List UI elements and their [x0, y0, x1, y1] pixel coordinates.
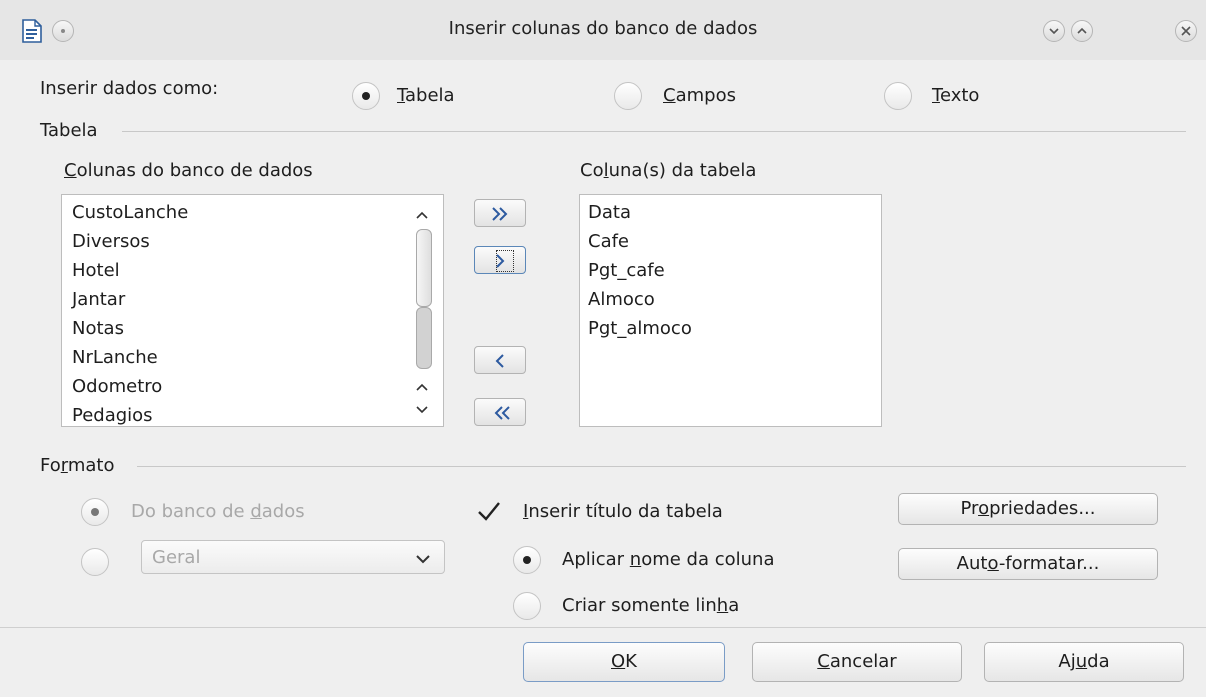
list-item[interactable]: NrLanche: [72, 347, 158, 368]
format-combobox[interactable]: Geral: [141, 540, 445, 574]
radio-apply-column-name[interactable]: [513, 546, 541, 574]
radio-texto[interactable]: [884, 82, 912, 110]
checkmark-icon: [478, 502, 500, 521]
radio-from-db[interactable]: [81, 498, 109, 526]
radio-texto-label[interactable]: Texto: [932, 85, 979, 106]
chevron-left-icon: [495, 354, 504, 368]
title-bar: Inserir colunas do banco de dados: [0, 0, 1206, 60]
autoformat-button[interactable]: Auto-formatar...: [898, 548, 1158, 580]
list-item[interactable]: CustoLanche: [72, 202, 188, 223]
maximize-button[interactable]: [1071, 20, 1093, 42]
properties-button[interactable]: Propriedades...: [898, 493, 1158, 525]
formato-group-label: Formato: [40, 455, 115, 476]
footer-divider: [0, 627, 1206, 628]
insert-title-checkbox[interactable]: [474, 497, 504, 527]
list-item[interactable]: Pgt_almoco: [588, 318, 692, 339]
insert-title-label[interactable]: Inserir título da tabela: [523, 501, 723, 522]
minimize-button[interactable]: [1043, 20, 1065, 42]
chevron-right-icon: [496, 254, 505, 268]
db-columns-list[interactable]: CustoLanche Diversos Hotel Jantar Notas …: [61, 194, 444, 427]
chevron-down-icon: [414, 551, 432, 572]
radio-tabela-label[interactable]: Tabela: [397, 85, 455, 106]
radio-format-combo[interactable]: [81, 548, 109, 576]
close-button[interactable]: [1175, 20, 1197, 42]
scroll-up-small-icon[interactable]: [414, 377, 430, 398]
db-columns-label: Colunas do banco de dados: [64, 160, 313, 181]
list-item[interactable]: Odometro: [72, 376, 162, 397]
move-all-right-button[interactable]: [474, 199, 526, 227]
list-item[interactable]: Jantar: [72, 289, 125, 310]
move-all-left-button[interactable]: [474, 398, 526, 426]
insert-as-label: Inserir dados como:: [40, 78, 219, 99]
list-item[interactable]: Pgt_cafe: [588, 260, 665, 281]
list-item[interactable]: Almoco: [588, 289, 655, 310]
move-left-button[interactable]: [474, 346, 526, 374]
formato-group-divider: [137, 466, 1186, 467]
list-item[interactable]: Cafe: [588, 231, 629, 252]
double-chevron-left-icon: [494, 406, 510, 420]
list-item[interactable]: Data: [588, 202, 631, 223]
radio-create-row-only[interactable]: [513, 592, 541, 620]
scrollbar-track[interactable]: [416, 307, 432, 369]
format-combobox-value: Geral: [152, 547, 201, 568]
window-title: Inserir colunas do banco de dados: [448, 18, 758, 39]
radio-create-row-only-label[interactable]: Criar somente linha: [562, 595, 739, 616]
scrollbar-thumb[interactable]: [416, 229, 432, 307]
table-columns-label: Coluna(s) da tabela: [580, 160, 757, 181]
list-item[interactable]: Diversos: [72, 231, 150, 252]
radio-campos[interactable]: [614, 82, 642, 110]
list-item[interactable]: Pedagios: [72, 405, 153, 426]
move-right-button[interactable]: [474, 246, 526, 274]
table-columns-list[interactable]: Data Cafe Pgt_cafe Almoco Pgt_almoco: [579, 194, 882, 427]
radio-tabela[interactable]: [352, 82, 380, 110]
list-item[interactable]: Notas: [72, 318, 124, 339]
double-chevron-right-icon: [492, 207, 508, 221]
radio-campos-label[interactable]: Campos: [663, 85, 736, 106]
scroll-up-icon[interactable]: [414, 205, 430, 226]
cancel-button[interactable]: Cancelar: [752, 642, 962, 682]
list-item[interactable]: Hotel: [72, 260, 120, 281]
scroll-down-icon[interactable]: [414, 400, 430, 421]
tabela-group-divider: [122, 131, 1186, 132]
radio-apply-column-name-label[interactable]: Aplicar nome da coluna: [562, 549, 775, 570]
tabela-group-label: Tabela: [40, 120, 98, 141]
ok-button[interactable]: OK: [523, 642, 725, 682]
help-button[interactable]: Ajuda: [984, 642, 1184, 682]
radio-from-db-label[interactable]: Do banco de dados: [131, 501, 305, 522]
